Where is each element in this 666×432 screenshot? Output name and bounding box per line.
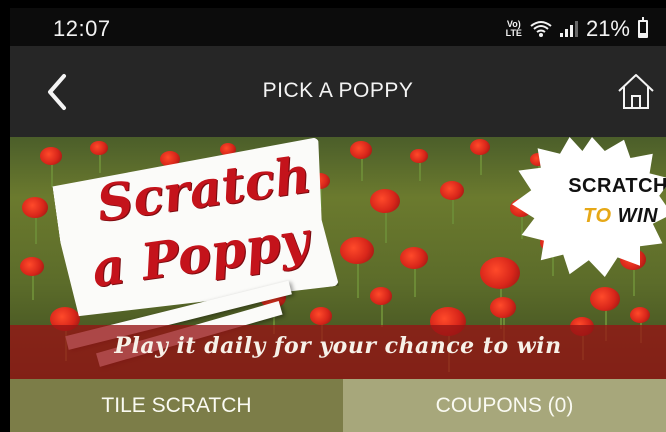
screen-edge-left: [0, 0, 10, 432]
badge-text-scratch: SCRATCH: [568, 175, 666, 197]
scratch-a-poppy-logo: Scratch a Poppy: [51, 137, 343, 367]
poppy-flower: [630, 307, 650, 323]
poppy-flower: [340, 237, 374, 265]
poppy-flower: [400, 247, 428, 270]
poppy-flower: [40, 147, 62, 165]
page-title: PICK A POPPY: [262, 79, 414, 102]
tab-bar: TILE SCRATCH COUPONS (0): [10, 379, 666, 432]
poppy-flower: [480, 257, 520, 289]
app-header: PICK A POPPY: [10, 46, 666, 137]
poppy-flower: [590, 287, 620, 311]
status-bar: 12:07 Vo) LTE 21%: [10, 8, 666, 46]
badge-text-to: TO: [583, 205, 612, 227]
badge-text-to-win: TO WIN: [583, 205, 658, 228]
promo-banner: Scratch a Poppy SCRATCH TO WIN Play it d…: [10, 137, 666, 379]
tagline-strip: Play it daily for your chance to win: [10, 325, 666, 379]
badge-text-win: WIN: [617, 205, 658, 227]
home-icon: [618, 74, 654, 109]
screen-edge-top: [0, 0, 666, 8]
status-indicators: Vo) LTE 21%: [506, 16, 648, 42]
battery-percent: 21%: [585, 16, 630, 41]
poppy-flower: [410, 149, 428, 164]
poppy-flower: [20, 257, 44, 277]
poppy-flower: [370, 189, 400, 213]
tab-label: COUPONS (0): [435, 393, 574, 417]
volte-icon: Vo) LTE: [505, 19, 522, 38]
poppy-flower: [470, 139, 490, 155]
signal-icon: [559, 21, 578, 37]
tab-tile-scratch[interactable]: TILE SCRATCH: [10, 379, 343, 432]
home-button[interactable]: [614, 70, 658, 114]
screen: 12:07 Vo) LTE 21% PICK A POPPY Scratch a…: [0, 0, 666, 432]
tagline-text: Play it daily for your chance to win: [114, 333, 562, 359]
tab-coupons[interactable]: COUPONS (0): [343, 379, 666, 432]
poppy-flower: [90, 141, 108, 156]
tab-label: TILE SCRATCH: [101, 393, 252, 417]
status-time: 12:07: [53, 16, 111, 41]
poppy-flower: [440, 181, 464, 201]
poppy-flower: [22, 197, 48, 218]
poppy-flower: [490, 297, 516, 318]
poppy-flower: [370, 287, 392, 305]
wifi-icon: [530, 21, 552, 37]
poppy-flower: [350, 141, 372, 159]
battery-icon: [638, 17, 648, 38]
